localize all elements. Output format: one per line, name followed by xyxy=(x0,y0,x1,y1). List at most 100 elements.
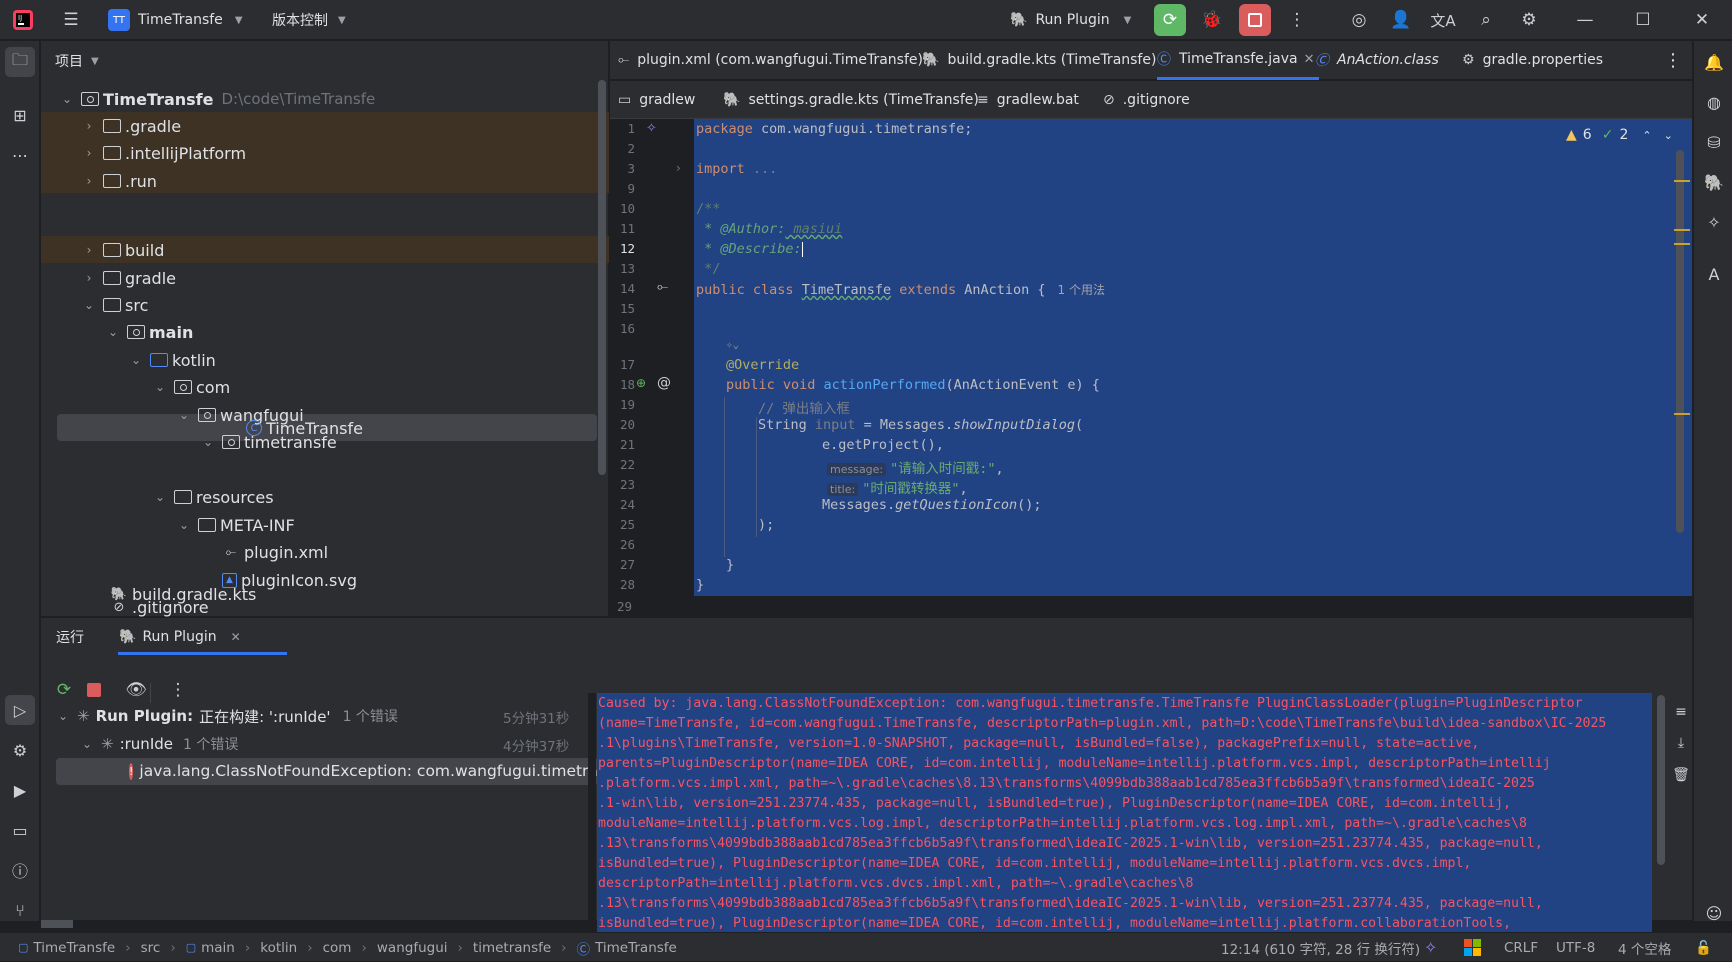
warning-marker[interactable] xyxy=(1674,243,1690,245)
build-tree-root[interactable]: ⌄ ✳ Run Plugin: 正在构建: ':runIde' 1 个错误 xyxy=(55,703,398,729)
run-tool-icon[interactable]: ▷ xyxy=(5,695,35,725)
warning-marker[interactable] xyxy=(1674,413,1690,415)
structure-tool-icon[interactable]: ⊞ xyxy=(5,100,35,130)
translation-tool-icon[interactable]: A xyxy=(1699,259,1729,289)
usages-hint[interactable]: 1 个用法 xyxy=(1058,283,1105,297)
scroll-to-end-icon[interactable]: ⤓ xyxy=(1666,729,1696,757)
breadcrumb-item[interactable]: wangfugui xyxy=(377,940,448,956)
split-divider[interactable] xyxy=(588,693,596,933)
maximize-icon[interactable]: ☐ xyxy=(1628,6,1658,34)
tree-item-run[interactable]: › .run xyxy=(81,168,157,194)
tree-item-timetransfe-class[interactable]: C TimeTransfe xyxy=(240,415,363,441)
windows-icon[interactable] xyxy=(1464,933,1481,962)
tab-anaction-class[interactable]: Ⓒ AnAction.class xyxy=(1315,41,1439,79)
console-output[interactable]: Caused by: java.lang.ClassNotFoundExcept… xyxy=(597,693,1652,932)
tab-gradlew-bat[interactable]: ≡ gradlew.bat xyxy=(977,81,1079,118)
breadcrumb-item[interactable]: kotlin xyxy=(260,940,297,956)
rerun-icon[interactable]: ⟳ xyxy=(49,676,79,704)
rerun-button[interactable]: ⟳ xyxy=(1154,4,1186,36)
tree-root[interactable]: ⌄ TimeTransfe D:\code\TimeTransfe xyxy=(59,86,375,112)
project-tool-icon[interactable]: 🗀 xyxy=(5,47,35,77)
run-config-selector[interactable]: 🐘 Run Plugin ▼ xyxy=(1010,0,1131,40)
override-gutter-icon[interactable]: ⊕ xyxy=(636,376,646,390)
view-options-icon[interactable]: 👁 xyxy=(121,676,151,704)
debug-icon[interactable]: 🐞 xyxy=(1197,6,1227,34)
build-tree-exception[interactable]: ! java.lang.ClassNotFoundException: com.… xyxy=(129,758,598,784)
tab-gitignore[interactable]: ⊘ .gitignore xyxy=(1103,81,1190,118)
settings-gear-icon[interactable]: ⚙ xyxy=(1514,6,1544,34)
tree-item-plugin-xml[interactable]: ⟜ plugin.xml xyxy=(216,539,328,565)
ai-assistant-icon[interactable]: ◎ xyxy=(1344,6,1374,34)
database-icon[interactable]: ⛁ xyxy=(1699,127,1729,157)
app-logo-icon[interactable]: IJ xyxy=(12,0,34,40)
plugin-gutter-icon[interactable]: ✧ xyxy=(646,121,657,136)
plugin-tool-icon[interactable]: ✧ xyxy=(1699,207,1729,237)
close-window-icon[interactable]: ✕ xyxy=(1687,6,1717,34)
tree-item-meta-inf[interactable]: ⌄ META-INF xyxy=(176,512,295,538)
debug-tool-icon[interactable]: ▶ xyxy=(5,775,35,805)
annotation-gutter-icon[interactable]: @ xyxy=(657,375,671,391)
fold-chevron-icon[interactable]: › xyxy=(676,161,681,175)
stop-button[interactable] xyxy=(1239,4,1271,36)
console-scrollbar[interactable] xyxy=(1657,695,1665,865)
tree-item-com[interactable]: ⌄ com xyxy=(152,374,230,400)
account-icon[interactable]: 👤 xyxy=(1386,6,1416,34)
chevron-up-icon[interactable]: ⌃ xyxy=(1642,129,1651,142)
caret-position[interactable]: 12:14 (610 字符, 28 行 换行符) xyxy=(1221,933,1420,962)
more-actions-icon[interactable]: ⋮ xyxy=(1282,6,1312,34)
tab-run-plugin[interactable]: 🐘 Run Plugin ✕ xyxy=(119,624,241,650)
line-separator[interactable]: CRLF xyxy=(1504,933,1538,962)
warning-marker[interactable] xyxy=(1674,180,1690,182)
tab-build-gradle-kts[interactable]: 🐘 build.gradle.kts (TimeTransfe) xyxy=(922,41,1156,79)
tree-item-resources[interactable]: ⌄ resources xyxy=(152,484,274,510)
project-scrollbar[interactable] xyxy=(598,80,606,475)
tree-item-build-gradle-kts[interactable]: 🐘 build.gradle.kts xyxy=(104,581,256,607)
stop-icon[interactable] xyxy=(79,676,109,704)
more-options-icon[interactable]: ⋮ xyxy=(163,676,193,704)
minimize-icon[interactable]: — xyxy=(1570,6,1600,34)
build-tree-runide[interactable]: ⌄ ✳ :runIde 1 个错误 xyxy=(79,731,238,757)
help-icon[interactable]: ☺ xyxy=(1699,898,1729,928)
tree-item-intellijplatform[interactable]: › .intellijPlatform xyxy=(81,140,246,166)
breadcrumb-item[interactable]: main xyxy=(201,940,235,956)
gradle-tool-icon[interactable]: 🐘 xyxy=(1699,167,1729,197)
file-encoding[interactable]: UTF-8 xyxy=(1556,933,1595,962)
ai-chat-icon[interactable]: ◍ xyxy=(1699,87,1729,117)
tree-item-gradle-dir[interactable]: › .gradle xyxy=(81,113,181,139)
close-tab-icon[interactable]: ✕ xyxy=(1304,52,1315,67)
breadcrumb-item[interactable]: TimeTransfe xyxy=(33,940,115,956)
project-switcher[interactable]: TT TimeTransfe ▼ xyxy=(108,0,243,40)
editor-scrollbar[interactable] xyxy=(1676,150,1684,533)
plugin-status-icon[interactable]: ✧ xyxy=(1424,933,1437,962)
breadcrumb-item[interactable]: src xyxy=(141,940,161,956)
services-tool-icon[interactable]: ⚙ xyxy=(5,735,35,765)
code-editor[interactable]: package com.wangfugui.timetransfe; impor… xyxy=(694,119,1692,596)
chevron-down-icon[interactable]: ⌄ xyxy=(1664,129,1673,142)
tree-item-src[interactable]: ⌄ src xyxy=(81,292,148,318)
tree-item-gradle[interactable]: › gradle xyxy=(81,265,176,291)
tab-gradlew[interactable]: ▭ gradlew xyxy=(618,81,695,118)
tab-timetransfe-java[interactable]: Ⓒ TimeTransfe.java ✕ xyxy=(1157,41,1319,80)
breadcrumb-item[interactable]: com xyxy=(323,940,352,956)
breadcrumb-item[interactable]: TimeTransfe xyxy=(595,940,677,956)
git-tool-icon[interactable]: ⑂ xyxy=(5,895,35,925)
close-tab-icon[interactable]: ✕ xyxy=(231,630,241,644)
more-tools-icon[interactable]: ⋯ xyxy=(5,140,35,170)
breadcrumb-item[interactable]: timetransfe xyxy=(473,940,551,956)
translate-icon[interactable]: 文A xyxy=(1428,6,1458,34)
soft-wrap-icon[interactable]: ≡ xyxy=(1666,698,1696,726)
notifications-icon[interactable]: 🔔 xyxy=(1699,47,1729,77)
vcs-menu[interactable]: 版本控制 ▼ xyxy=(272,0,346,40)
terminal-tool-icon[interactable]: ▭ xyxy=(5,815,35,845)
tab-settings-gradle-kts[interactable]: 🐘 settings.gradle.kts (TimeTransfe) xyxy=(723,81,979,118)
ai-hint-icon[interactable]: ✧⌄ xyxy=(726,338,739,351)
lock-icon[interactable]: 🔓 xyxy=(1695,933,1712,962)
tab-run[interactable]: 运行 xyxy=(56,624,84,650)
main-menu-icon[interactable]: ☰ xyxy=(56,6,86,34)
indent-setting[interactable]: 4 个空格 xyxy=(1618,933,1671,962)
tree-item-build[interactable]: › build xyxy=(81,237,165,263)
tree-h-scrollbar[interactable] xyxy=(41,920,73,928)
tree-item-main[interactable]: ⌄ main xyxy=(105,319,193,345)
tab-plugin-xml[interactable]: ⟜ plugin.xml (com.wangfugui.TimeTransfe) xyxy=(618,41,923,79)
warning-marker[interactable] xyxy=(1674,229,1690,231)
